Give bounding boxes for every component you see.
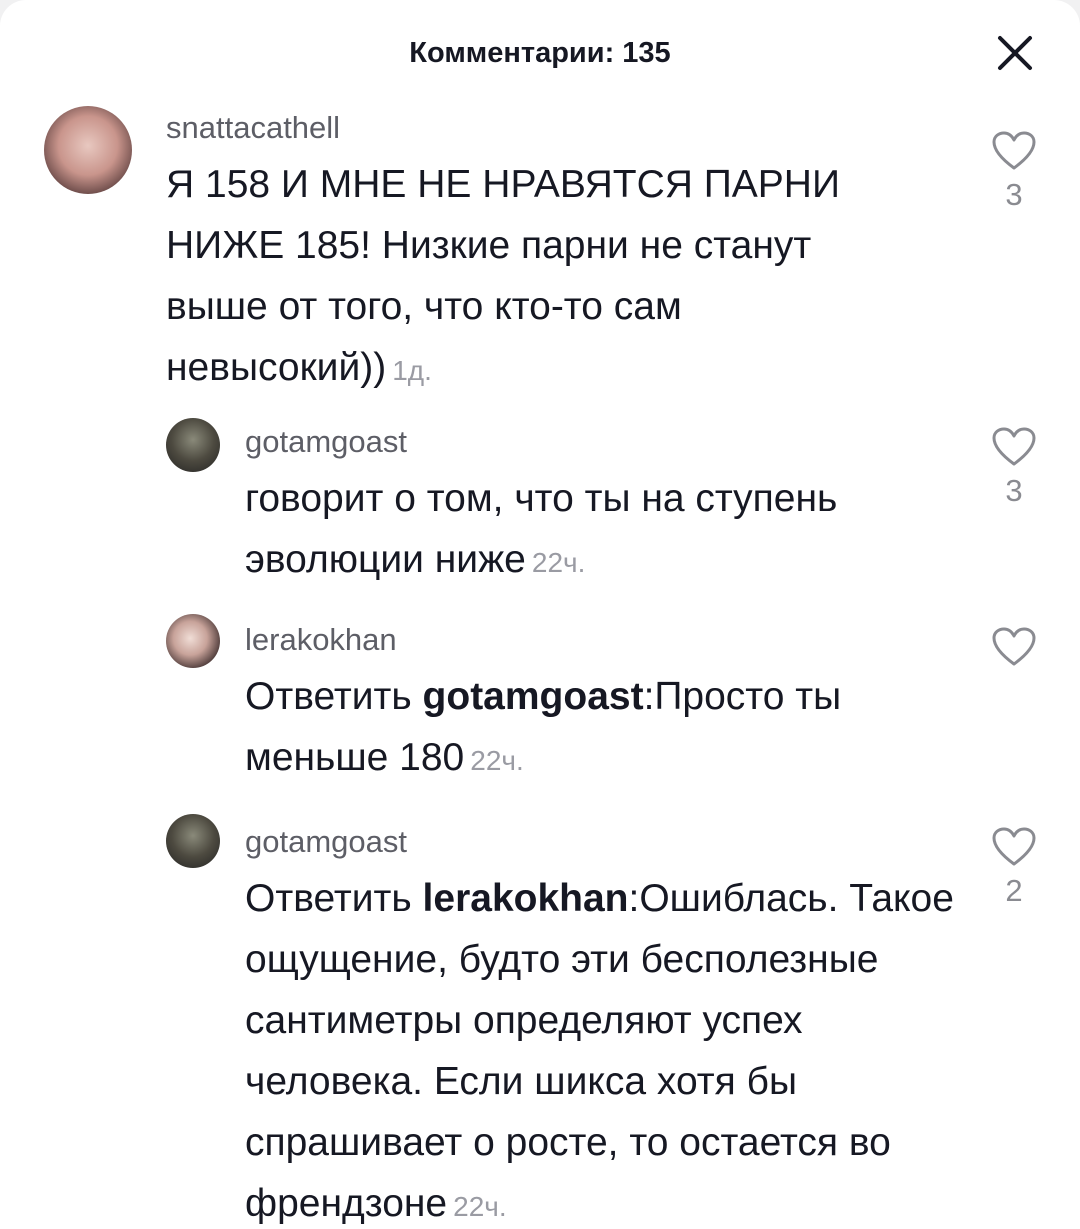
close-icon[interactable] [996, 34, 1034, 72]
like-count: 3 [1005, 177, 1023, 212]
like-button[interactable]: 2 [984, 826, 1044, 908]
like-count: 3 [1005, 473, 1023, 508]
comments-sheet: Комментарии: 135 snattacathell Я 158 И М… [0, 0, 1080, 1229]
comment-text: говорит о том, что ты на ступень эволюци… [245, 468, 945, 593]
comment-time: 22ч. [453, 1191, 507, 1222]
comment-time: 22ч. [531, 547, 586, 578]
heart-icon [992, 827, 1036, 866]
comment-username[interactable]: gotamgoast [245, 824, 407, 860]
like-button[interactable]: 3 [984, 130, 1044, 212]
comment-username[interactable]: lerakokhan [245, 622, 397, 658]
comments-count-title: Комментарии: 135 [409, 37, 671, 69]
comment-text: Я 158 И МНЕ НЕ НРАВЯТСЯ ПАРНИ НИЖЕ 185! … [166, 154, 886, 401]
comment-body: :Ошиблась. Такое ощущение, будто эти бес… [245, 877, 954, 1225]
comments-header: Комментарии: 135 [0, 28, 1080, 78]
avatar[interactable] [166, 814, 220, 868]
heart-icon [992, 627, 1036, 666]
comment-username[interactable]: snattacathell [166, 110, 340, 146]
comment-text: Ответить gotamgoast:Просто ты меньше 180… [245, 666, 945, 791]
heart-icon [992, 131, 1036, 170]
like-button[interactable]: 3 [984, 426, 1044, 508]
reply-mention[interactable]: gotamgoast [423, 675, 644, 718]
avatar[interactable] [166, 418, 220, 472]
heart-icon [992, 427, 1036, 466]
reply-prefix: Ответить [245, 877, 423, 920]
like-button[interactable] [984, 626, 1044, 674]
reply-mention[interactable]: lerakokhan [423, 877, 629, 920]
comment-text: Ответить lerakokhan:Ошиблась. Такое ощущ… [245, 868, 965, 1229]
comment-username[interactable]: gotamgoast [245, 424, 407, 460]
reply-prefix: Ответить [245, 675, 423, 718]
avatar[interactable] [166, 614, 220, 668]
avatar[interactable] [44, 106, 132, 194]
like-count: 2 [1005, 873, 1023, 908]
comment-body: Я 158 И МНЕ НЕ НРАВЯТСЯ ПАРНИ НИЖЕ 185! … [166, 163, 840, 389]
comment-time: 1д. [392, 355, 432, 386]
comment-time: 22ч. [470, 745, 524, 776]
